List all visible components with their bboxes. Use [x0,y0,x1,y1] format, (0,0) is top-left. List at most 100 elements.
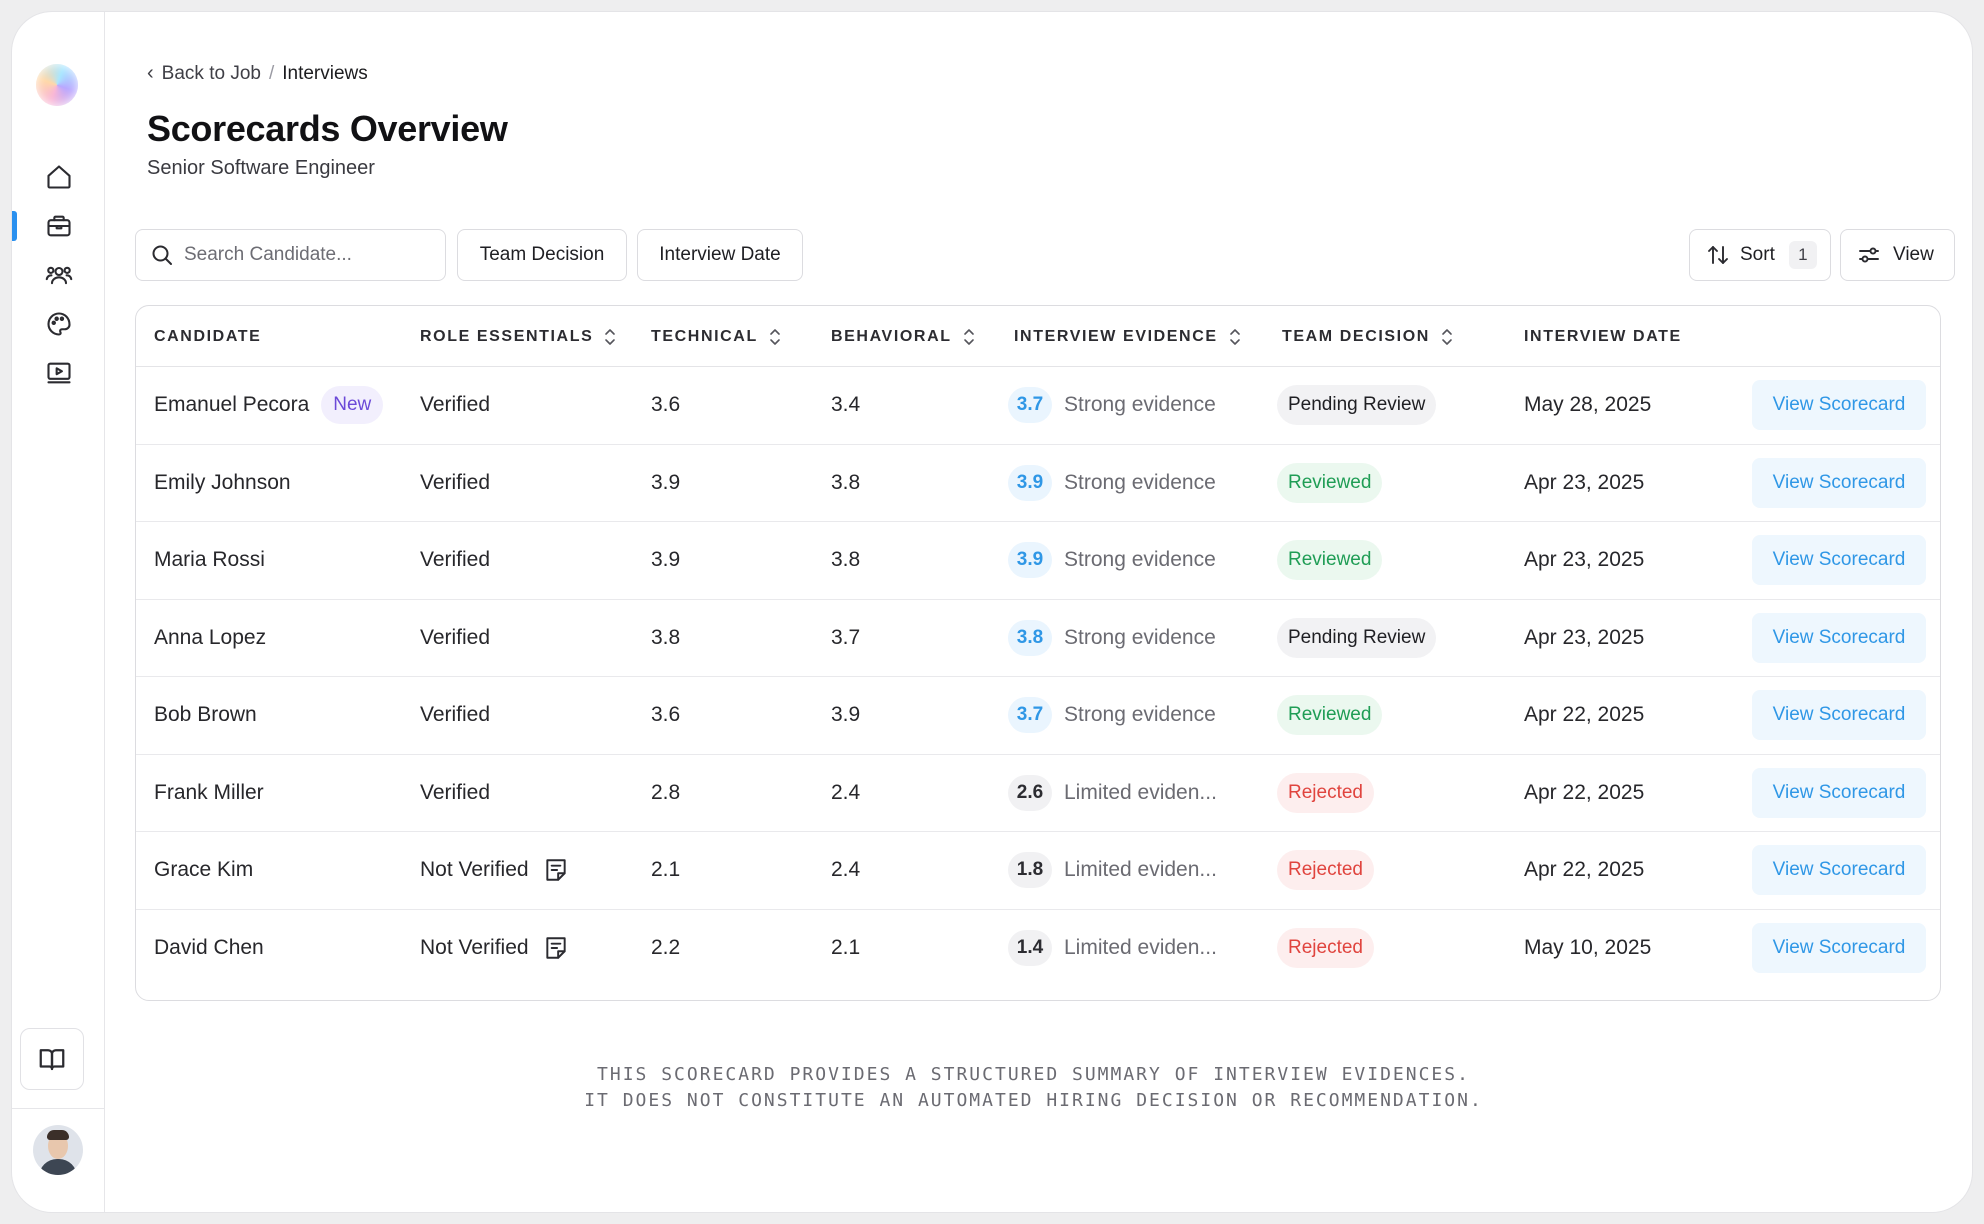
note-icon[interactable] [543,857,569,883]
view-scorecard-button[interactable]: View Scorecard [1752,923,1926,974]
header-behavioral[interactable]: Behavioral [831,306,976,367]
candidate-name[interactable]: Bob Brown [154,703,257,727]
technical-score: 3.6 [651,393,681,417]
action-cell: View Scorecard [1752,832,1926,909]
table-row[interactable]: Anna Lopez Verified 3.8 3.7 3.8 Strong e… [136,600,1940,677]
search-box[interactable] [135,229,446,281]
evidence-label: Limited eviden... [1064,780,1217,804]
view-options-button[interactable]: View [1840,229,1955,281]
chevron-left-icon[interactable]: ‹ [147,62,154,85]
breadcrumb-current[interactable]: Interviews [282,63,368,85]
app-window: ‹ Back to Job / Interviews Scorecards Ov… [12,12,1972,1212]
role-essentials-cell: Verified [420,677,490,754]
view-scorecard-button[interactable]: View Scorecard [1752,612,1926,663]
docs-button[interactable] [20,1028,84,1090]
table-row[interactable]: Emanuel Pecora New Verified 3.6 3.4 3.7 … [136,367,1940,445]
technical-score: 2.1 [651,858,681,882]
header-technical[interactable]: Technical [651,306,782,367]
header-interview-evidence[interactable]: Interview Evidence [1014,306,1242,367]
role-essentials-value: Verified [420,703,491,727]
table-row[interactable]: Emily Johnson Verified 3.9 3.8 3.9 Stron… [136,445,1940,522]
table-row[interactable]: Grace Kim Not Verified 2.1 2.4 1.8 Limit… [136,832,1940,910]
candidate-cell: Emily Johnson [154,445,291,522]
search-input[interactable] [184,244,424,266]
technical-score: 2.8 [651,780,681,804]
header-role-essentials[interactable]: Role Essentials [420,306,617,367]
behavioral-score: 3.9 [831,703,861,727]
page-subtitle: Senior Software Engineer [147,157,375,179]
sidebar-divider [12,1108,104,1109]
sort-toggle-icon[interactable] [768,326,782,348]
sort-toggle-icon[interactable] [603,326,617,348]
view-scorecard-button[interactable]: View Scorecard [1752,690,1926,741]
breadcrumb-back-link[interactable]: Back to Job [162,63,261,85]
table-row[interactable]: Bob Brown Verified 3.6 3.9 3.7 Strong ev… [136,677,1940,755]
table-header: Candidate Role Essentials Technical Beha… [136,306,1940,367]
interview-evidence-cell: 3.9 Strong evidence [1008,445,1216,522]
candidate-cell: Emanuel Pecora New [154,367,384,444]
table-row[interactable]: Maria Rossi Verified 3.9 3.8 3.9 Strong … [136,522,1940,600]
table-row[interactable]: Frank Miller Verified 2.8 2.4 2.6 Limite… [136,755,1940,832]
evidence-label: Strong evidence [1064,393,1216,417]
candidate-name[interactable]: Emanuel Pecora [154,393,309,417]
evidence-score-pill: 3.7 [1008,697,1052,734]
role-essentials-value: Verified [420,780,491,804]
candidate-name[interactable]: Grace Kim [154,858,253,882]
evidence-label: Strong evidence [1064,703,1216,727]
sidebar-item-team[interactable] [12,250,105,299]
candidate-name[interactable]: Maria Rossi [154,548,265,572]
interview-evidence-cell: 1.4 Limited eviden... [1008,910,1217,988]
interview-date-value: Apr 22, 2025 [1524,858,1645,882]
candidate-cell: Maria Rossi [154,522,265,599]
header-candidate-label: Candidate [154,327,262,345]
team-decision-cell: Pending Review [1277,367,1437,444]
evidence-label: Limited eviden... [1064,858,1217,882]
behavioral-score: 3.8 [831,548,861,572]
view-scorecard-button[interactable]: View Scorecard [1752,535,1926,586]
action-cell: View Scorecard [1752,910,1926,988]
view-scorecard-button[interactable]: View Scorecard [1752,457,1926,508]
candidate-cell: David Chen [154,910,264,988]
note-icon[interactable] [543,935,569,961]
briefcase-icon [46,215,71,236]
action-cell: View Scorecard [1752,367,1926,444]
sidebar-item-jobs[interactable] [12,201,105,250]
candidate-name[interactable]: Frank Miller [154,781,264,805]
sidebar-item-design[interactable] [12,299,105,348]
palette-icon [47,311,71,336]
view-scorecard-button[interactable]: View Scorecard [1752,767,1926,818]
header-role-essentials-label: Role Essentials [420,327,594,345]
evidence-score-pill: 3.9 [1008,464,1052,501]
role-essentials-cell: Not Verified [420,910,569,988]
candidate-cell: Frank Miller [154,755,264,832]
app-logo[interactable] [36,64,78,106]
interview-date-value: Apr 23, 2025 [1524,470,1645,494]
header-behavioral-label: Behavioral [831,327,952,345]
interview-evidence-cell: 3.7 Strong evidence [1008,367,1216,444]
sort-button[interactable]: Sort 1 [1689,229,1831,281]
candidate-name[interactable]: Emily Johnson [154,471,291,495]
sidebar-item-media[interactable] [12,348,105,397]
role-essentials-cell: Verified [420,522,490,599]
header-team-decision[interactable]: Team Decision [1282,306,1454,367]
search-icon [152,245,172,265]
sort-toggle-icon[interactable] [1228,326,1242,348]
table-row[interactable]: David Chen Not Verified 2.2 2.1 1.4 Limi… [136,910,1940,988]
team-decision-filter-button[interactable]: Team Decision [457,229,627,281]
role-essentials-value: Verified [420,393,491,417]
sort-toggle-icon[interactable] [962,326,976,348]
candidate-name[interactable]: Anna Lopez [154,626,266,650]
sidebar-nav [12,152,105,397]
candidate-name[interactable]: David Chen [154,936,264,960]
sort-toggle-icon[interactable] [1440,326,1454,348]
view-scorecard-button[interactable]: View Scorecard [1752,845,1926,896]
avatar[interactable] [33,1125,83,1175]
sidebar-item-home[interactable] [12,152,105,201]
interview-date-filter-button[interactable]: Interview Date [637,229,803,281]
interview-date-value: May 28, 2025 [1524,393,1652,417]
evidence-label: Strong evidence [1064,625,1216,649]
scorecards-table: Candidate Role Essentials Technical Beha… [135,305,1941,1001]
view-scorecard-button[interactable]: View Scorecard [1752,380,1926,431]
header-interview-evidence-label: Interview Evidence [1014,327,1218,345]
role-essentials-cell: Not Verified [420,832,569,909]
